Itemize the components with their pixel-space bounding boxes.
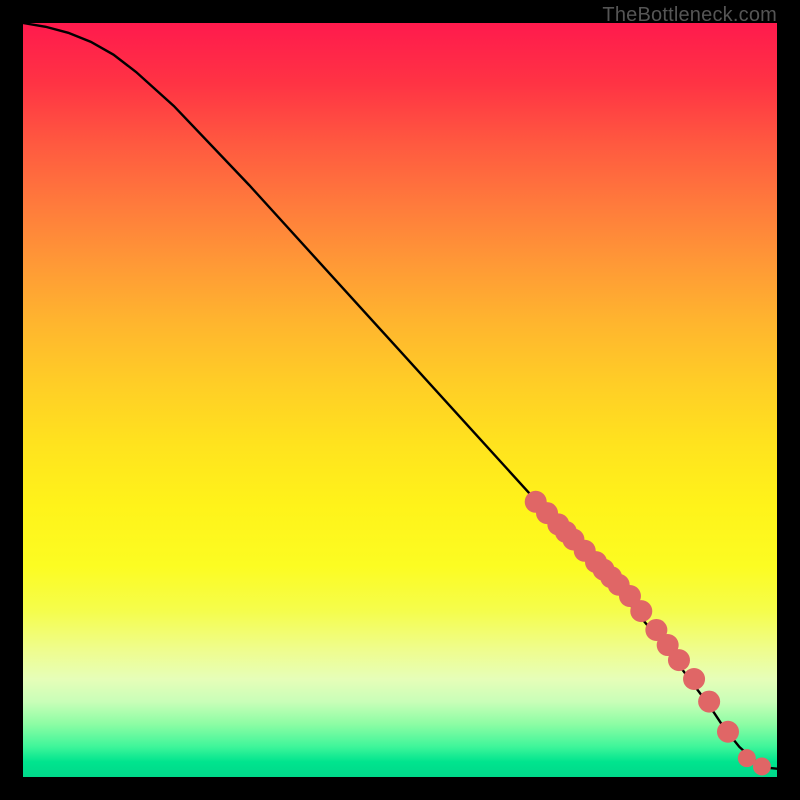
data-point [630,600,652,622]
chart-svg [23,23,777,777]
data-point [698,691,720,713]
data-point [668,649,690,671]
watermark-text: TheBottleneck.com [602,4,777,27]
data-point [683,668,705,690]
data-point [738,749,756,767]
chart-frame: TheBottleneck.com [0,0,800,800]
curve-layer [23,23,777,769]
scatter-layer [525,491,771,776]
data-point [753,757,771,775]
data-point [717,721,739,743]
bottleneck-curve [23,23,777,769]
